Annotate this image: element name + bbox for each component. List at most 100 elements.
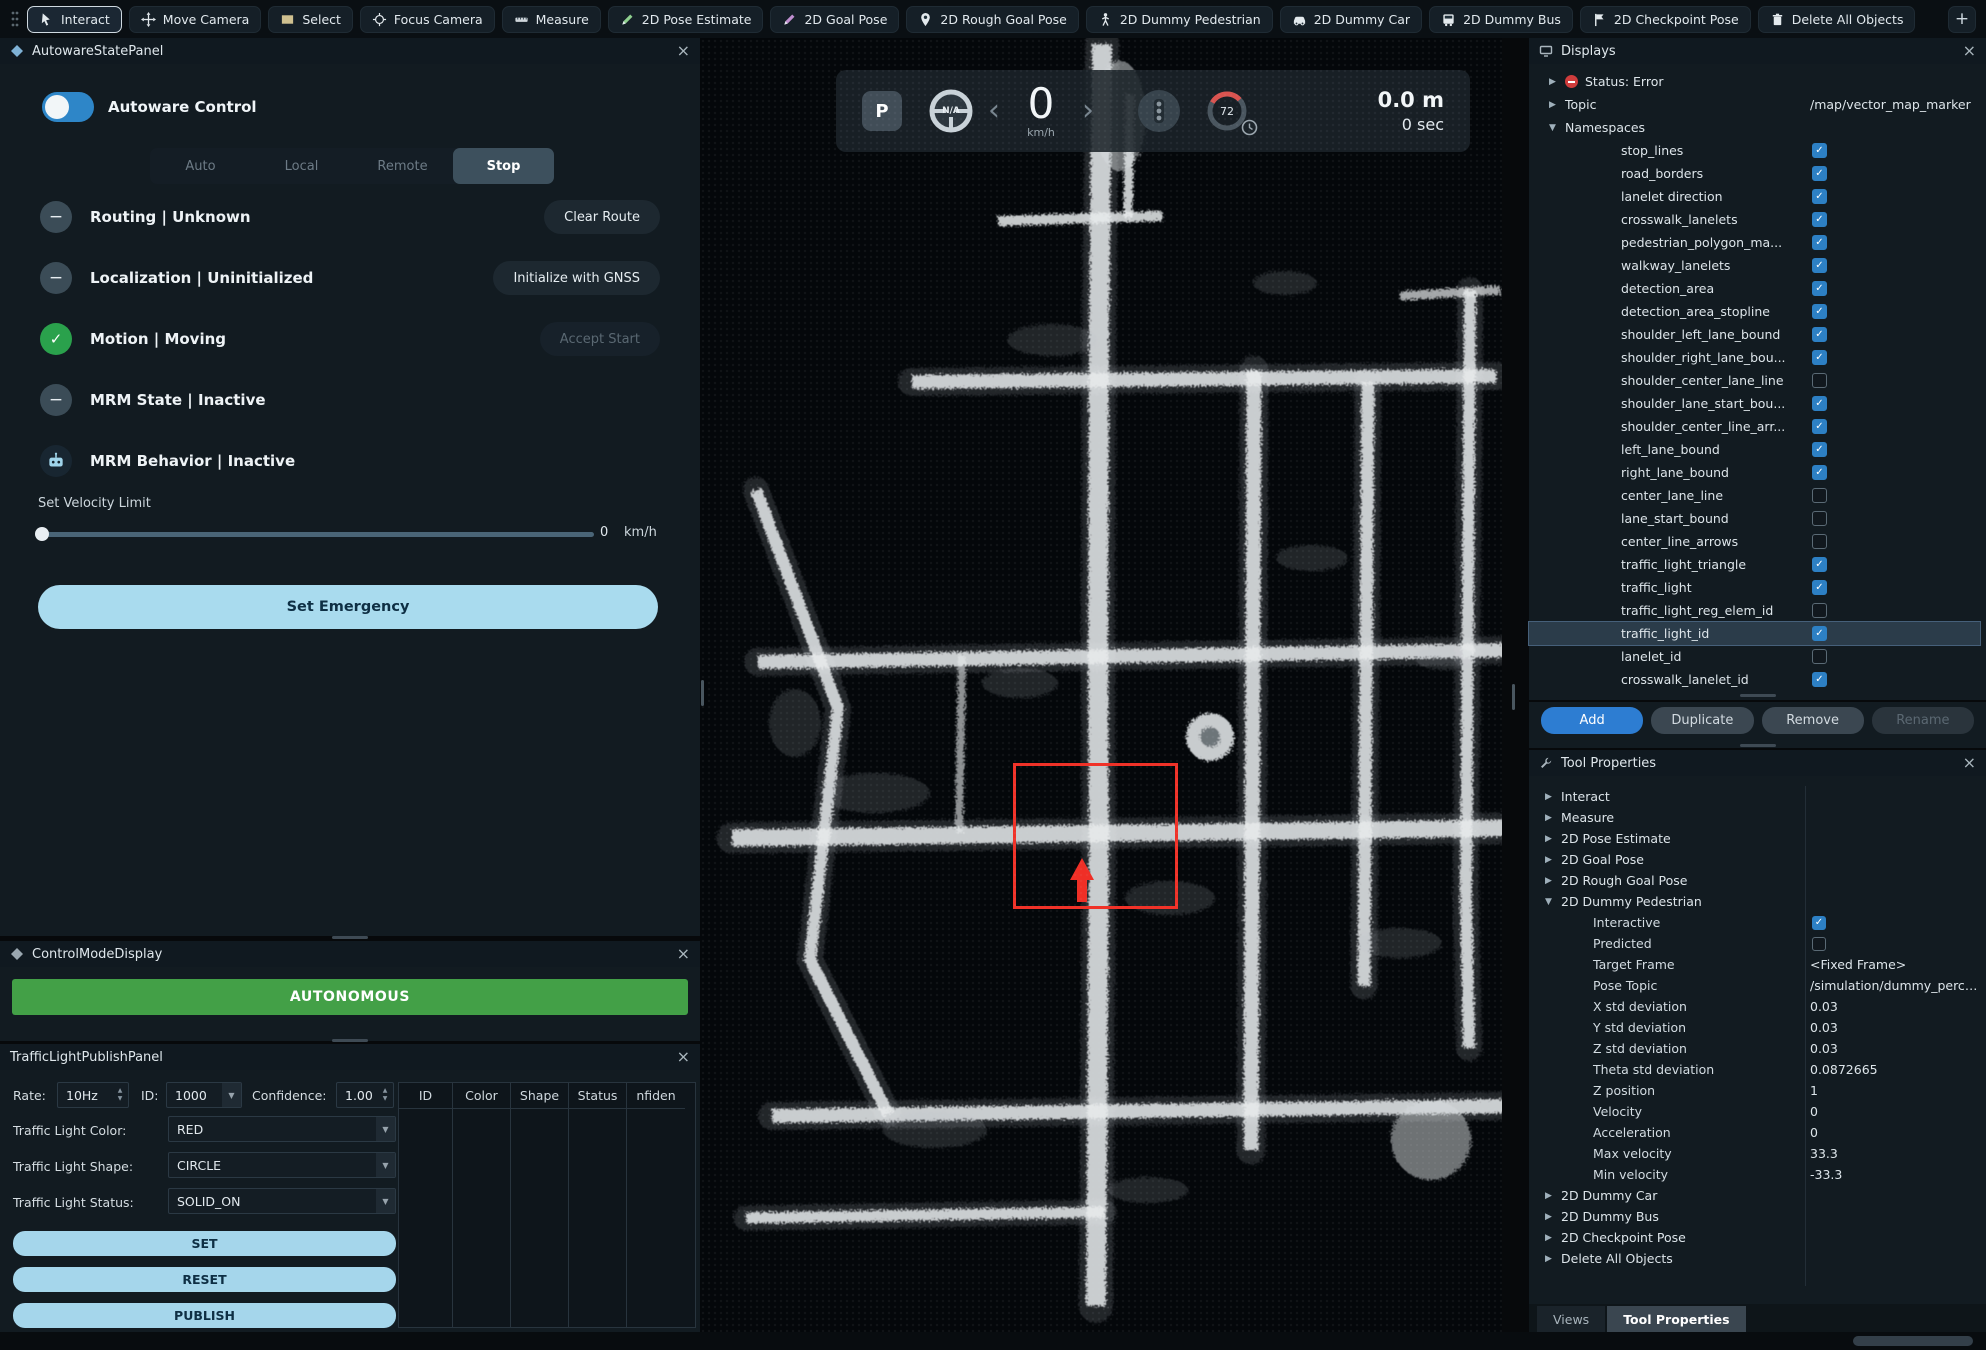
tool-2d-goal-pose[interactable]: 2D Goal Pose: [770, 6, 899, 33]
expanded-arrow-icon[interactable]: ▼: [1549, 123, 1565, 133]
mode-auto[interactable]: Auto: [150, 148, 251, 184]
namespace-checkbox[interactable]: ✓: [1812, 672, 1827, 687]
namespace-checkbox[interactable]: ✓: [1812, 281, 1827, 296]
prop-value[interactable]: /simulation/dummy_perce...: [1810, 978, 1978, 993]
prop-value[interactable]: 0.03: [1810, 999, 1838, 1014]
left-splitter-handle[interactable]: [701, 680, 704, 706]
prop-theta-std-deviation[interactable]: Theta std deviation0.0872665: [1529, 1059, 1986, 1080]
status-select[interactable]: SOLID_ON ▼: [168, 1188, 396, 1214]
namespace-row-stop-lines[interactable]: stop_lines✓: [1529, 139, 1980, 162]
collapsed-arrow-icon[interactable]: ▶: [1549, 100, 1565, 110]
namespace-row-shoulder-center-line-arr[interactable]: shoulder_center_line_arr...✓: [1529, 415, 1980, 438]
namespace-checkbox[interactable]: [1812, 534, 1827, 549]
collapsed-arrow-icon[interactable]: ▶: [1545, 813, 1561, 823]
collapsed-arrow-icon[interactable]: ▶: [1545, 792, 1561, 802]
prop-2d-checkpoint-pose[interactable]: ▶2D Checkpoint Pose: [1529, 1227, 1986, 1248]
collapsed-arrow-icon[interactable]: ▶: [1545, 855, 1561, 865]
namespace-row-crosswalk-lanelet-id[interactable]: crosswalk_lanelet_id✓: [1529, 668, 1980, 691]
namespace-checkbox[interactable]: ✓: [1812, 442, 1827, 457]
prop-value[interactable]: <Fixed Frame>: [1810, 957, 1906, 972]
namespace-row-shoulder-lane-start-bou[interactable]: shoulder_lane_start_bou...✓: [1529, 392, 1980, 415]
namespace-row-shoulder-center-lane-line[interactable]: shoulder_center_lane_line: [1529, 369, 1980, 392]
namespace-checkbox[interactable]: ✓: [1812, 166, 1827, 181]
prop-y-std-deviation[interactable]: Y std deviation0.03: [1529, 1017, 1986, 1038]
mode-local[interactable]: Local: [251, 148, 352, 184]
right-splitter-handle[interactable]: [1512, 684, 1515, 710]
close-icon[interactable]: ×: [677, 1049, 690, 1065]
add-button[interactable]: Add: [1541, 707, 1643, 734]
namespace-row-walkway-lanelets[interactable]: walkway_lanelets✓: [1529, 254, 1980, 277]
horizontal-scrollbar[interactable]: [1853, 1336, 1973, 1346]
tool-measure[interactable]: Measure: [502, 6, 601, 33]
namespace-row-traffic-light-id[interactable]: traffic_light_id✓: [1529, 622, 1980, 645]
prop-value[interactable]: 0.03: [1810, 1041, 1838, 1056]
set-emergency-button[interactable]: Set Emergency: [38, 585, 658, 629]
tool-2d-rough-goal-pose[interactable]: 2D Rough Goal Pose: [906, 6, 1078, 33]
prop-z-position[interactable]: Z position1: [1529, 1080, 1986, 1101]
collapsed-arrow-icon[interactable]: ▶: [1549, 77, 1565, 87]
grip-icon[interactable]: [10, 10, 20, 28]
prop-measure[interactable]: ▶Measure: [1529, 807, 1986, 828]
prop-value[interactable]: 0.0872665: [1810, 1062, 1878, 1077]
collapsed-arrow-icon[interactable]: ▶: [1545, 834, 1561, 844]
close-icon[interactable]: ×: [677, 43, 690, 59]
namespace-row-pedestrian-polygon-ma[interactable]: pedestrian_polygon_ma...✓: [1529, 231, 1980, 254]
id-combo[interactable]: 1000 ▼: [166, 1082, 242, 1108]
tool-2d-dummy-bus[interactable]: 2D Dummy Bus: [1429, 6, 1573, 33]
namespace-checkbox[interactable]: ✓: [1812, 626, 1827, 641]
namespace-row-left-lane-bound[interactable]: left_lane_bound✓: [1529, 438, 1980, 461]
collapsed-arrow-icon[interactable]: ▶: [1545, 1254, 1561, 1264]
namespace-row-center-lane-line[interactable]: center_lane_line: [1529, 484, 1980, 507]
namespace-checkbox[interactable]: ✓: [1812, 419, 1827, 434]
accept-start-button[interactable]: Accept Start: [540, 322, 660, 356]
collapsed-arrow-icon[interactable]: ▶: [1545, 1233, 1561, 1243]
namespace-row-detection-area-stopline[interactable]: detection_area_stopline✓: [1529, 300, 1980, 323]
close-icon[interactable]: ×: [1963, 755, 1976, 771]
panel-splitter-handle[interactable]: [1740, 694, 1776, 697]
prop-checkbox[interactable]: [1812, 937, 1826, 951]
prop-value[interactable]: 33.3: [1810, 1146, 1838, 1161]
slider-knob[interactable]: [35, 527, 49, 541]
prop-checkbox[interactable]: ✓: [1812, 916, 1826, 930]
tool-move-camera[interactable]: Move Camera: [129, 6, 262, 33]
namespace-checkbox[interactable]: ✓: [1812, 189, 1827, 204]
prop-value[interactable]: 0: [1810, 1104, 1818, 1119]
expanded-arrow-icon[interactable]: ▼: [1545, 897, 1561, 907]
prop-2d-pose-estimate[interactable]: ▶2D Pose Estimate: [1529, 828, 1986, 849]
namespace-row-shoulder-left-lane-bound[interactable]: shoulder_left_lane_bound✓: [1529, 323, 1980, 346]
namespace-checkbox[interactable]: ✓: [1812, 557, 1827, 572]
prop-value[interactable]: -33.3: [1810, 1167, 1842, 1182]
prop-2d-goal-pose[interactable]: ▶2D Goal Pose: [1529, 849, 1986, 870]
prop-2d-rough-goal-pose[interactable]: ▶2D Rough Goal Pose: [1529, 870, 1986, 891]
publish-button[interactable]: PUBLISH: [13, 1303, 396, 1328]
clear-route-button[interactable]: Clear Route: [544, 200, 660, 234]
prop-velocity[interactable]: Velocity0: [1529, 1101, 1986, 1122]
prop-interact[interactable]: ▶Interact: [1529, 786, 1986, 807]
prop-pose-topic[interactable]: Pose Topic/simulation/dummy_perce...: [1529, 975, 1986, 996]
prop-value[interactable]: 1: [1810, 1083, 1818, 1098]
prop-min-velocity[interactable]: Min velocity-33.3: [1529, 1164, 1986, 1185]
tool-interact[interactable]: Interact: [27, 6, 122, 33]
collapsed-arrow-icon[interactable]: ▶: [1545, 876, 1561, 886]
namespace-row-traffic-light-triangle[interactable]: traffic_light_triangle✓: [1529, 553, 1980, 576]
prop-value[interactable]: 0.03: [1810, 1020, 1838, 1035]
close-icon[interactable]: ×: [1963, 43, 1976, 59]
remove-button[interactable]: Remove: [1762, 707, 1864, 734]
autonomous-mode-button[interactable]: AUTONOMOUS: [12, 979, 688, 1015]
prop-delete-all-objects[interactable]: ▶Delete All Objects: [1529, 1248, 1986, 1269]
spinner-arrows-icon[interactable]: ▲▼: [377, 1087, 393, 1103]
initialize-with-gnss-button[interactable]: Initialize with GNSS: [493, 261, 660, 295]
namespace-checkbox[interactable]: ✓: [1812, 143, 1827, 158]
prop-x-std-deviation[interactable]: X std deviation0.03: [1529, 996, 1986, 1017]
status-row[interactable]: ▶ Status: Error: [1529, 70, 1980, 93]
namespace-row-traffic-light[interactable]: traffic_light✓: [1529, 576, 1980, 599]
namespace-row-crosswalk-lanelets[interactable]: crosswalk_lanelets✓: [1529, 208, 1980, 231]
tab-views[interactable]: Views: [1537, 1306, 1605, 1332]
velocity-limit-slider[interactable]: [40, 532, 594, 537]
topic-value[interactable]: /map/vector_map_marker: [1810, 97, 1971, 112]
tool-focus-camera[interactable]: Focus Camera: [360, 6, 495, 33]
map-viewport[interactable]: P N/A ‹ 0 km/h › 72: [700, 38, 1502, 1332]
namespace-row-traffic-light-reg-elem-id[interactable]: traffic_light_reg_elem_id: [1529, 599, 1980, 622]
tool-2d-dummy-pedestrian[interactable]: 2D Dummy Pedestrian: [1086, 6, 1273, 33]
tool-2d-checkpoint-pose[interactable]: 2D Checkpoint Pose: [1580, 6, 1751, 33]
